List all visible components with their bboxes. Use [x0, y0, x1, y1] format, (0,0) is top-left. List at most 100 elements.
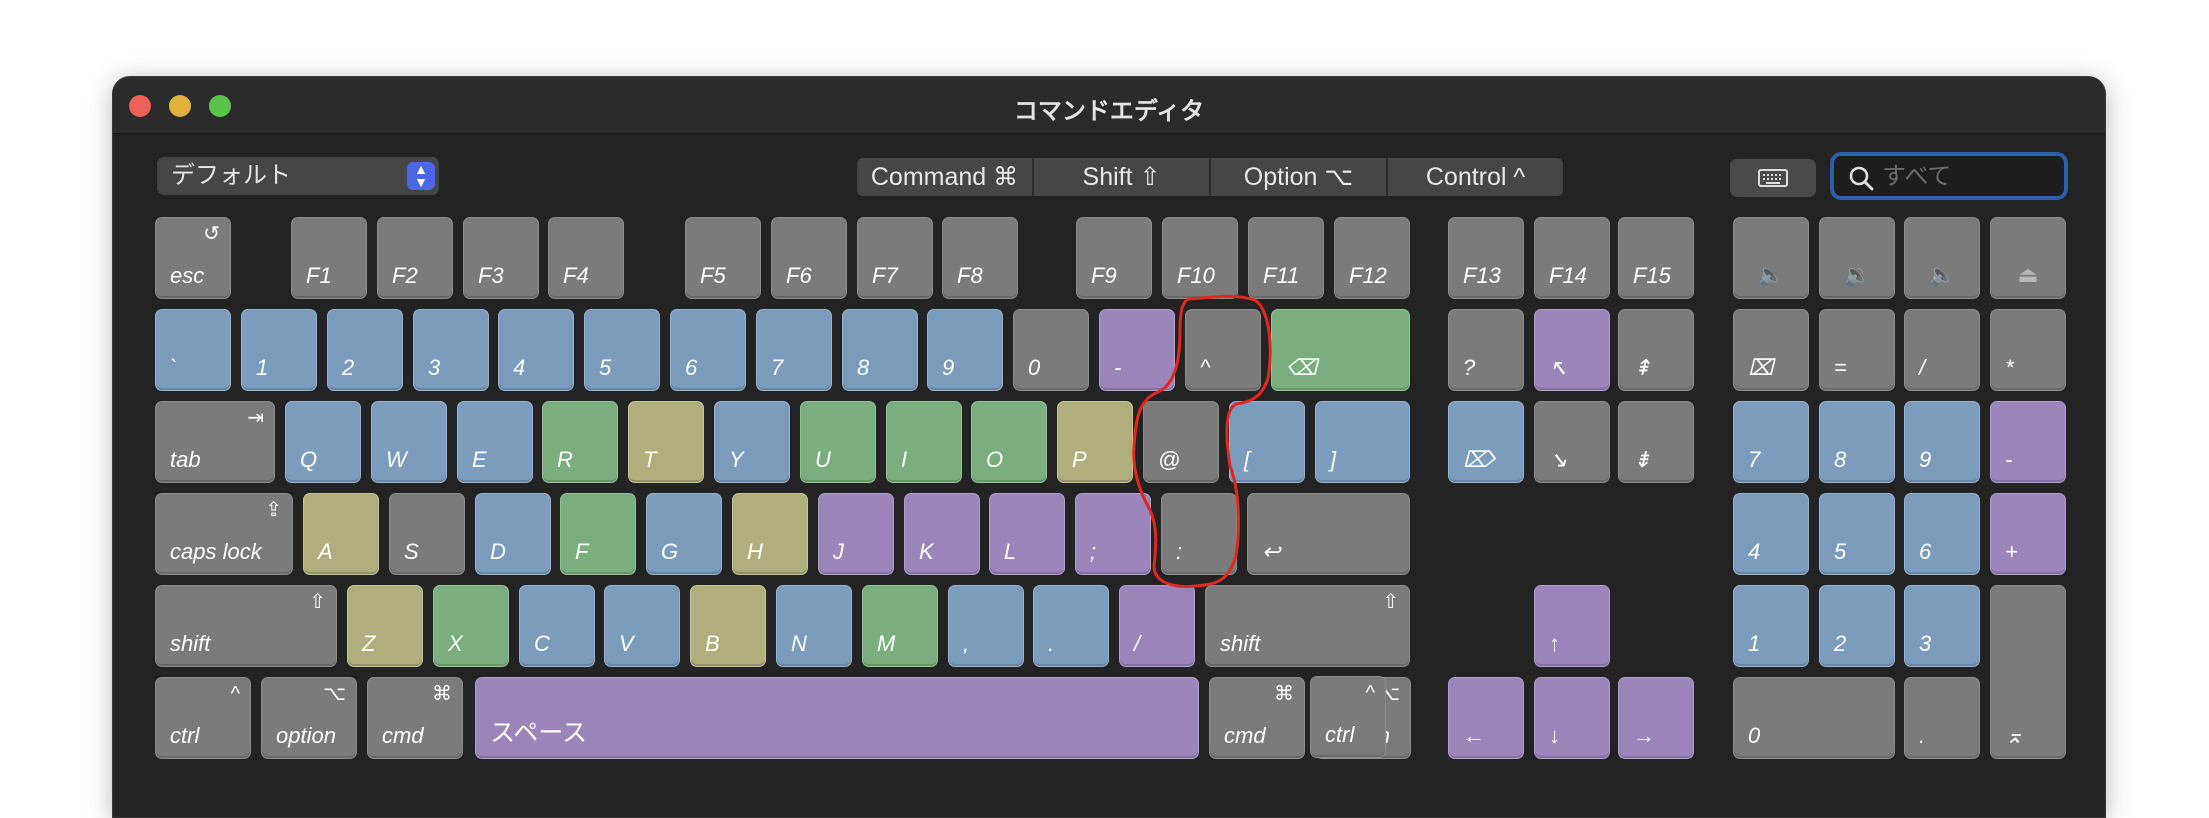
key-numpad-9[interactable]: 9 — [1904, 401, 1980, 483]
key-tab[interactable]: ⇥ tab — [155, 401, 275, 483]
key-help[interactable]: ? — [1448, 309, 1524, 391]
key-y[interactable]: Y — [714, 401, 790, 483]
key-numpad-equal[interactable]: = — [1819, 309, 1895, 391]
key-home[interactable]: ↖ — [1534, 309, 1610, 391]
key-up-arrow[interactable]: ↑ — [1534, 585, 1610, 667]
key-left-bracket[interactable]: [ — [1229, 401, 1305, 483]
key-f3[interactable]: F3 — [463, 217, 539, 299]
key-f7[interactable]: F7 — [857, 217, 933, 299]
key-t[interactable]: T — [628, 401, 704, 483]
key-f1[interactable]: F1 — [291, 217, 367, 299]
key-numpad-1[interactable]: 1 — [1733, 585, 1809, 667]
key-d[interactable]: D — [475, 493, 551, 575]
key-space[interactable]: スペース — [475, 677, 1199, 759]
key-b[interactable]: B — [690, 585, 766, 667]
key-f13[interactable]: F13 — [1448, 217, 1524, 299]
search-field[interactable] — [1830, 152, 2068, 200]
keyboard-view-button[interactable] — [1730, 159, 1816, 197]
key-right-bracket[interactable]: ] — [1315, 401, 1410, 483]
key-j[interactable]: J — [818, 493, 894, 575]
key-f11[interactable]: F11 — [1248, 217, 1324, 299]
key-f15[interactable]: F15 — [1618, 217, 1694, 299]
key-z[interactable]: Z — [347, 585, 423, 667]
key-eject[interactable]: ⏏ — [1990, 217, 2066, 299]
key-delete[interactable]: ⌫ — [1271, 309, 1410, 391]
key-down-arrow[interactable]: ↓ — [1534, 677, 1610, 759]
key-numpad-minus[interactable]: - — [1990, 401, 2066, 483]
key-volume-up[interactable]: 🔈 — [1904, 217, 1980, 299]
key-3[interactable]: 3 — [413, 309, 489, 391]
key-page-up[interactable]: ⇞ — [1618, 309, 1694, 391]
key-at[interactable]: @ — [1143, 401, 1219, 483]
key-numpad-4[interactable]: 4 — [1733, 493, 1809, 575]
key-v[interactable]: V — [604, 585, 680, 667]
modifier-command-button[interactable]: Command ⌘ — [857, 158, 1034, 196]
key-volume-mute[interactable]: 🔈 — [1733, 217, 1809, 299]
key-f[interactable]: F — [560, 493, 636, 575]
key-left-shift[interactable]: ⇧ shift — [155, 585, 337, 667]
key-r[interactable]: R — [542, 401, 618, 483]
key-8[interactable]: 8 — [842, 309, 918, 391]
key-l[interactable]: L — [989, 493, 1065, 575]
key-numpad-0[interactable]: 0 — [1733, 677, 1895, 759]
key-return[interactable]: ↩ — [1247, 493, 1410, 575]
key-2[interactable]: 2 — [327, 309, 403, 391]
key-e[interactable]: E — [457, 401, 533, 483]
key-f9[interactable]: F9 — [1076, 217, 1152, 299]
key-f14[interactable]: F14 — [1534, 217, 1610, 299]
key-i[interactable]: I — [886, 401, 962, 483]
key-numpad-enter[interactable]: ⌅ — [1990, 585, 2066, 759]
key-volume-down[interactable]: 🔉 — [1819, 217, 1895, 299]
key-right-cmd[interactable]: ⌘ cmd — [1209, 677, 1305, 759]
key-f5[interactable]: F5 — [685, 217, 761, 299]
key-right-shift[interactable]: ⇧ shift — [1205, 585, 1410, 667]
key-end[interactable]: ↘ — [1534, 401, 1610, 483]
key-numpad-2[interactable]: 2 — [1819, 585, 1895, 667]
key-4[interactable]: 4 — [498, 309, 574, 391]
key-numpad-multiply[interactable]: * — [1990, 309, 2066, 391]
key-m[interactable]: M — [862, 585, 938, 667]
key-caps-lock[interactable]: ⇪ caps lock — [155, 493, 293, 575]
key-o[interactable]: O — [971, 401, 1047, 483]
key-h[interactable]: H — [732, 493, 808, 575]
key-5[interactable]: 5 — [584, 309, 660, 391]
key-6[interactable]: 6 — [670, 309, 746, 391]
key-numpad-clear[interactable]: ⌧ — [1733, 309, 1809, 391]
key-slash[interactable]: / — [1119, 585, 1195, 667]
key-0[interactable]: 0 — [1013, 309, 1089, 391]
key-f2[interactable]: F2 — [377, 217, 453, 299]
key-s[interactable]: S — [389, 493, 465, 575]
key-left-ctrl[interactable]: ^ ctrl — [155, 677, 251, 759]
key-left-arrow[interactable]: ← — [1448, 677, 1524, 759]
key-esc[interactable]: ↺ esc — [155, 217, 231, 299]
key-right-ctrl[interactable]: ^ ctrl — [1310, 676, 1386, 758]
key-backtick[interactable]: ` — [155, 309, 231, 391]
key-forward-delete[interactable]: ⌦ — [1448, 401, 1524, 483]
key-numpad-divide[interactable]: / — [1904, 309, 1980, 391]
key-g[interactable]: G — [646, 493, 722, 575]
key-colon[interactable]: : — [1161, 493, 1237, 575]
key-c[interactable]: C — [519, 585, 595, 667]
key-x[interactable]: X — [433, 585, 509, 667]
key-numpad-plus[interactable]: + — [1990, 493, 2066, 575]
key-q[interactable]: Q — [285, 401, 361, 483]
key-k[interactable]: K — [904, 493, 980, 575]
modifier-control-button[interactable]: Control ^ — [1388, 158, 1563, 196]
key-w[interactable]: W — [371, 401, 447, 483]
modifier-option-button[interactable]: Option ⌥ — [1211, 158, 1388, 196]
key-numpad-6[interactable]: 6 — [1904, 493, 1980, 575]
key-numpad-decimal[interactable]: . — [1904, 677, 1980, 759]
key-numpad-5[interactable]: 5 — [1819, 493, 1895, 575]
key-left-option[interactable]: ⌥ option — [261, 677, 357, 759]
search-input[interactable] — [1882, 162, 2052, 192]
key-1[interactable]: 1 — [241, 309, 317, 391]
modifier-shift-button[interactable]: Shift ⇧ — [1034, 158, 1211, 196]
key-7[interactable]: 7 — [756, 309, 832, 391]
key-a[interactable]: A — [303, 493, 379, 575]
key-numpad-3[interactable]: 3 — [1904, 585, 1980, 667]
key-9[interactable]: 9 — [927, 309, 1003, 391]
key-f12[interactable]: F12 — [1334, 217, 1410, 299]
key-minus[interactable]: - — [1099, 309, 1175, 391]
key-numpad-8[interactable]: 8 — [1819, 401, 1895, 483]
key-p[interactable]: P — [1057, 401, 1133, 483]
